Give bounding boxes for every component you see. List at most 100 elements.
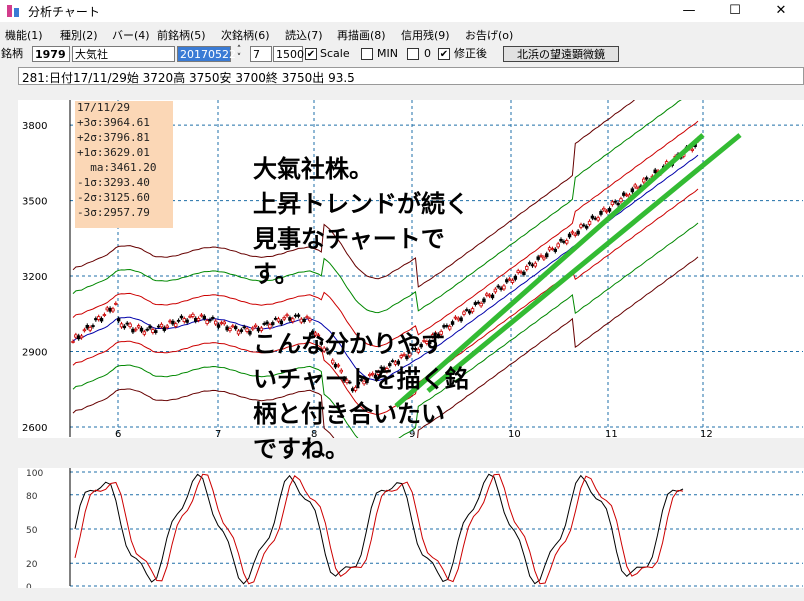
menu-load[interactable]: 読込(7) (285, 27, 323, 43)
candle-body (573, 233, 577, 236)
candle-body (202, 315, 206, 320)
stats-minus1sigma: -1σ:3293.40 (77, 176, 150, 189)
candle-body (582, 224, 586, 227)
annotation-line: 見事なチャートで (253, 225, 445, 253)
candle-body (216, 324, 221, 328)
candle-body (168, 320, 172, 323)
candle-body (191, 313, 195, 317)
candle-body (690, 148, 694, 151)
x-tick-label: 12 (700, 429, 713, 438)
candle-body (607, 208, 612, 212)
candle-body (599, 211, 603, 215)
candle-body (176, 319, 181, 322)
candle-body (208, 319, 212, 322)
menu-margin[interactable]: 信用残(9) (401, 27, 450, 43)
scale-checkbox[interactable]: ✔ (305, 48, 317, 60)
candle-body (151, 329, 155, 333)
menu-next-stock[interactable]: 次銘柄(6) (221, 27, 270, 43)
candle-body (122, 325, 127, 329)
candle-body (145, 328, 149, 331)
candle-body (91, 325, 95, 328)
candle-body (111, 308, 115, 312)
candle-body (114, 302, 118, 305)
candle-body (576, 230, 580, 235)
zero-label: 0 (424, 47, 431, 60)
candle-body (148, 325, 152, 329)
menu-bar: 機能(1) 種別(2) バー(4) 前銘柄(5) 次銘柄(6) 読込(7) 再描… (0, 24, 804, 44)
close-button[interactable]: ✕ (758, 0, 804, 22)
candle-body (139, 327, 144, 332)
candle-body (613, 200, 617, 203)
minimize-button[interactable]: — (666, 0, 712, 22)
candle-body (174, 323, 178, 327)
company-input[interactable]: 大気社 (72, 46, 175, 62)
stats-plus3sigma: +3σ:3964.61 (77, 116, 150, 129)
adjusted-checkbox[interactable]: ✔ (438, 48, 450, 60)
annotation-line: す。 (253, 260, 299, 288)
candle-body (102, 314, 107, 316)
date-spinner[interactable]: ˄ ˅ (232, 46, 246, 63)
candle-body (644, 177, 649, 180)
annotation-line: こんな分かりやす (253, 330, 445, 358)
candle-body (550, 248, 555, 251)
candle-body (245, 328, 249, 332)
candle-body (619, 198, 623, 203)
count-input[interactable]: 1500 (273, 46, 304, 62)
menu-oracle[interactable]: お告げ(o) (465, 27, 513, 43)
candle-body (194, 317, 198, 322)
candle-body (128, 323, 132, 328)
candle-body (653, 169, 657, 174)
code-input[interactable]: 1979 (32, 46, 70, 62)
candle-body (228, 328, 232, 332)
y-tick-label: 3500 (22, 197, 47, 208)
stats-plus2sigma: +2σ:3796.81 (77, 131, 150, 144)
menu-type[interactable]: 種別(2) (60, 27, 98, 43)
min-checkbox[interactable] (361, 48, 373, 60)
candle-body (242, 326, 246, 329)
candle-body (74, 334, 78, 338)
candle-body (587, 220, 592, 225)
annotation-line (253, 292, 543, 327)
candle-body (77, 335, 81, 340)
candle-body (616, 202, 620, 206)
osc-tick-label: 100 (26, 469, 43, 479)
menu-function[interactable]: 機能(1) (5, 27, 43, 43)
telescope-button[interactable]: 北浜の望遠顕微鏡 (503, 46, 619, 62)
candle-body (642, 178, 646, 183)
menu-redraw[interactable]: 再描画(8) (337, 27, 386, 43)
candle-body (231, 325, 235, 328)
candle-body (213, 320, 218, 325)
candle-body (205, 320, 209, 324)
period-input[interactable]: 7 (250, 46, 272, 62)
candle-body (225, 326, 229, 331)
candle-body (593, 217, 597, 220)
oscillator-chart[interactable]: 100 80 50 20 0 (18, 468, 804, 593)
candle-body (134, 328, 138, 331)
code-label: 銘柄 (1, 47, 23, 60)
candle-body (553, 248, 558, 252)
candle-body (579, 224, 583, 228)
maximize-button[interactable]: ☐ (712, 0, 758, 22)
date-input[interactable]: 20170522 (177, 46, 236, 62)
candle-body (604, 210, 609, 213)
candle-body (79, 335, 84, 339)
candle-body (82, 329, 87, 332)
scale-label: Scale (320, 47, 350, 60)
zero-checkbox[interactable] (407, 48, 419, 60)
menu-bar-style[interactable]: バー(4) (112, 27, 150, 43)
candle-body (222, 321, 226, 325)
y-tick-label: 3800 (22, 121, 47, 132)
candle-body (567, 233, 572, 238)
title-bar: 分析チャート — ☐ ✕ (0, 0, 804, 22)
candle-body (211, 316, 215, 319)
candle-body (559, 238, 563, 242)
candle-body (105, 307, 109, 311)
candle-body (165, 325, 169, 328)
annotation-line: 柄と付き合いたい (253, 400, 445, 428)
annotation-line: 上昇トレンドが続く (253, 190, 469, 218)
candle-body (159, 323, 164, 328)
menu-prev-stock[interactable]: 前銘柄(5) (157, 27, 206, 43)
stats-plus1sigma: +1σ:3629.01 (77, 146, 150, 159)
candle-body (116, 318, 121, 322)
status-bar (0, 590, 804, 601)
